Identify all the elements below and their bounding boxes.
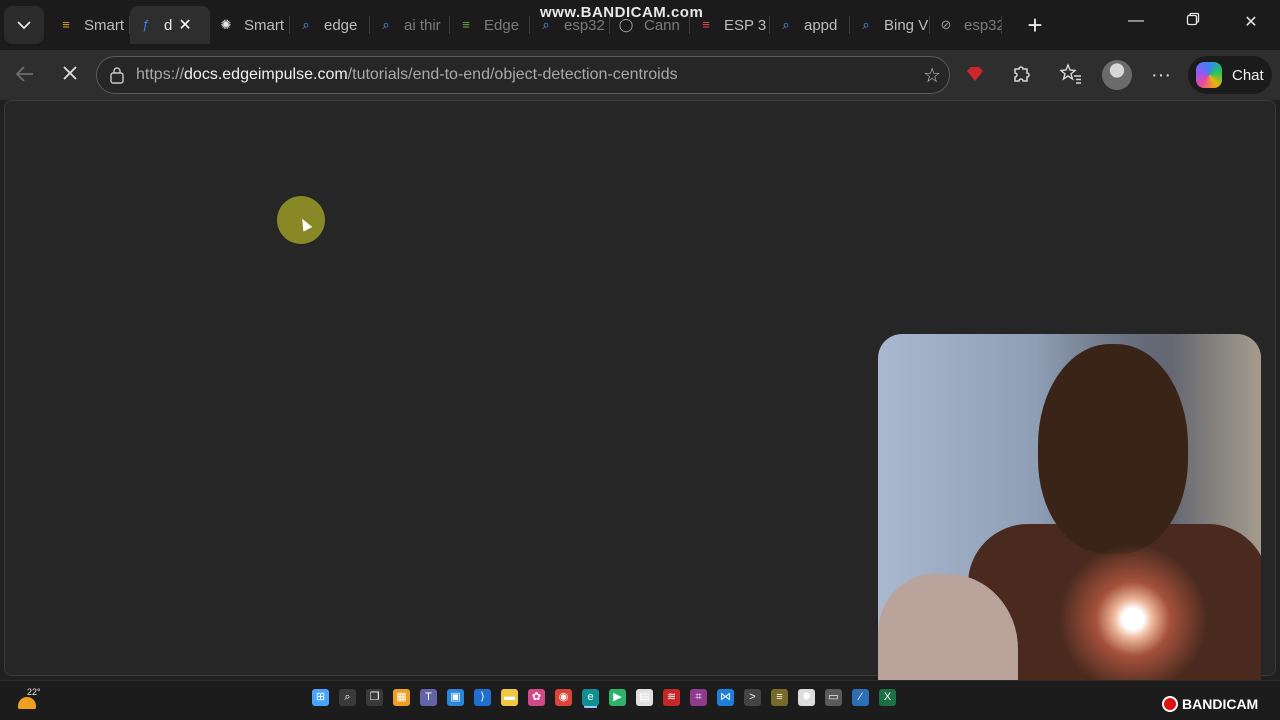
file-explorer-icon[interactable]: ▬ (501, 689, 518, 706)
restore-icon (1186, 12, 1200, 26)
tab-5[interactable]: ≡ Edge (450, 6, 530, 44)
search-icon: ⌕ (782, 17, 790, 32)
new-tab-button[interactable]: + (1022, 12, 1048, 38)
favorites-button[interactable] (1059, 63, 1083, 87)
tab-label: Smart (244, 16, 285, 34)
tab-actions-menu-button[interactable] (4, 6, 44, 44)
favorite-star-button[interactable]: ☆ (923, 63, 941, 88)
favorites-star-list-icon (1059, 63, 1081, 84)
recording-watermark: www.BANDICAM.com (540, 4, 704, 21)
red-diamond-icon (967, 67, 983, 81)
tab-label: appd (804, 16, 838, 34)
weather-icon (18, 697, 36, 709)
url-scheme: https:// (136, 66, 185, 83)
tab-label: Bing V (884, 16, 929, 34)
tab-label: ESP 3 (724, 16, 767, 34)
edge-icon[interactable]: e (582, 689, 599, 706)
tab-2[interactable]: ✺ Smart (210, 6, 290, 44)
search-icon: ⌕ (302, 17, 310, 32)
copilot-chat-button[interactable]: Chat (1188, 56, 1272, 94)
chatgpt-icon[interactable]: ✺ (798, 689, 815, 706)
tab-label: edge (324, 16, 358, 34)
search-icon[interactable]: ⌕ (339, 689, 356, 706)
openai-icon: ✺ (220, 17, 232, 32)
light-flare (1058, 544, 1208, 694)
search-icon: ⌕ (382, 17, 390, 32)
terminal-icon[interactable]: > (744, 689, 761, 706)
vscode-alt-icon[interactable]: ⟩ (474, 689, 491, 706)
tab-label: ai thir (404, 16, 441, 34)
url-text: https://docs.edgeimpulse.com/tutorials/e… (136, 66, 678, 84)
url-path: /tutorials/end-to-end/object-detection-c… (347, 66, 678, 83)
taskbar-apps: ⊞ ⌕ ❐ ▦ T ▣ ⟩ ▬ ✿ ◉ e ▶ ▤ ≋ ⌗ ⋈ > ≡ ✺ ▭ ⁄ X (312, 689, 896, 706)
tab-label: esp32 (964, 16, 1002, 34)
teams-icon[interactable]: T (420, 689, 437, 706)
notepad-icon[interactable]: ▤ (636, 689, 653, 706)
stacked-bars-icon: ≡ (62, 17, 70, 32)
start-icon[interactable]: ⊞ (312, 689, 329, 706)
tab-label: Edge (484, 16, 520, 34)
lock-icon (110, 67, 124, 84)
tab-4[interactable]: ⌕ ai thir (370, 6, 450, 44)
stacked-bars-icon: ≡ (462, 17, 470, 32)
tab-11[interactable]: ⊘ esp32 (930, 6, 1002, 44)
url-domain: docs.edgeimpulse.com (184, 66, 348, 83)
tab-label: d (164, 16, 173, 34)
profile-avatar[interactable] (1102, 60, 1132, 90)
tab-list: ≡ Smart ƒ d ✕ ✺ Smart ⌕ edge ⌕ ai thir ≡ Edge ⌕ esp32 ◯… (50, 6, 1002, 44)
chat-label: Chat (1232, 66, 1264, 84)
puzzle-icon (1014, 66, 1030, 82)
minimize-button[interactable]: — (1126, 12, 1146, 30)
bandicam-label: BANDICAM (1182, 696, 1259, 712)
webcam-overlay (878, 334, 1261, 720)
store-icon[interactable]: ▣ (447, 689, 464, 706)
app-stack-icon[interactable]: ≡ (771, 689, 788, 706)
app-red-icon[interactable]: ≋ (663, 689, 680, 706)
play-icon[interactable]: ▶ (609, 689, 626, 706)
copilot-icon (1196, 62, 1222, 88)
navigation-toolbar: https://docs.edgeimpulse.com/tutorials/e… (0, 50, 1280, 100)
settings-more-button[interactable]: ··· (1149, 63, 1173, 87)
bandicam-logo: BANDICAM (1162, 696, 1258, 712)
windows-taskbar: 22° ⊞ ⌕ ❐ ▦ T ▣ ⟩ ▬ ✿ ◉ e ▶ ▤ ≋ ⌗ ⋈ > ≡ ✺ ▭ ⁄ X (0, 680, 1280, 720)
blocked-page-icon: ⊘ (940, 17, 952, 32)
task-view-icon[interactable]: ❐ (366, 689, 383, 706)
back-button[interactable] (13, 63, 37, 87)
close-tab-icon[interactable]: ✕ (178, 15, 191, 35)
close-icon (63, 66, 77, 80)
tab-separator (1001, 16, 1002, 34)
widgets-icon[interactable]: ▦ (393, 689, 410, 706)
tab-0[interactable]: ≡ Smart (50, 6, 130, 44)
restore-button[interactable] (1183, 12, 1203, 31)
tab-strip: ≡ Smart ƒ d ✕ ✺ Smart ⌕ edge ⌕ ai thir ≡ Edge ⌕ esp32 ◯… (0, 0, 1280, 50)
tab-label: Smart (84, 16, 125, 34)
pen-icon[interactable]: ⁄ (852, 689, 869, 706)
app-window-icon[interactable]: ▭ (825, 689, 842, 706)
extension-shield-button[interactable] (963, 63, 987, 87)
app-grid-icon[interactable]: ⌗ (690, 689, 707, 706)
close-window-button[interactable]: ✕ (1241, 12, 1261, 32)
tab-1[interactable]: ƒ d ✕ (130, 6, 210, 44)
record-icon (1162, 696, 1178, 712)
weather-temperature: 22° (27, 687, 41, 697)
back-arrow-icon (15, 66, 33, 82)
tab-9[interactable]: ⌕ appd (770, 6, 850, 44)
webcam-person-head (1038, 344, 1188, 554)
search-icon: ⌕ (862, 17, 870, 32)
vscode-icon[interactable]: ⋈ (717, 689, 734, 706)
address-bar[interactable]: https://docs.edgeimpulse.com/tutorials/e… (96, 56, 950, 94)
excel-icon[interactable]: X (879, 689, 896, 706)
edge-impulse-icon: ƒ (142, 17, 150, 32)
tab-3[interactable]: ⌕ edge (290, 6, 370, 44)
stop-loading-button[interactable] (58, 63, 82, 87)
chrome-icon[interactable]: ◉ (555, 689, 572, 706)
tab-10[interactable]: ⌕ Bing V (850, 6, 930, 44)
photos-icon[interactable]: ✿ (528, 689, 545, 706)
extensions-button[interactable] (1009, 63, 1033, 87)
chevron-down-icon (16, 17, 32, 33)
